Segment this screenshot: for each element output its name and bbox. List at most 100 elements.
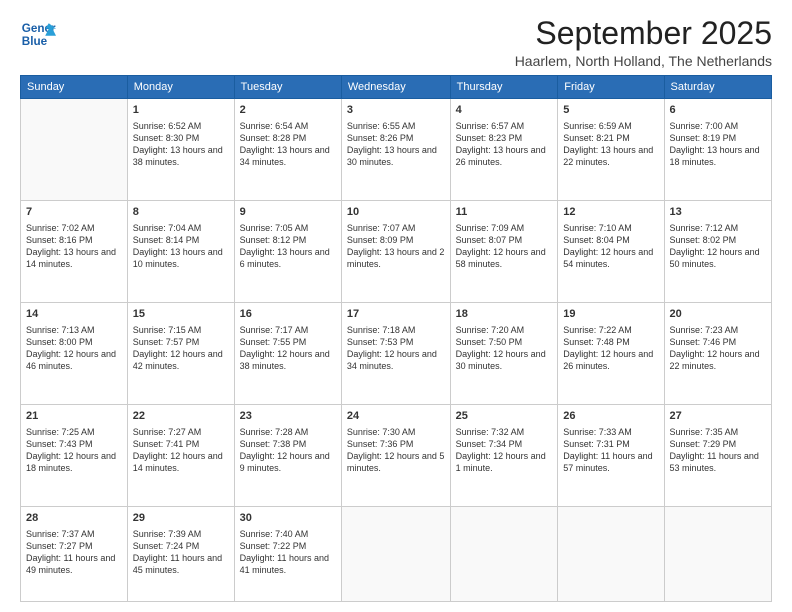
- sunset-text: Sunset: 7:34 PM: [456, 439, 523, 449]
- week-row-1: 1Sunrise: 6:52 AMSunset: 8:30 PMDaylight…: [21, 99, 772, 201]
- sunset-text: Sunset: 7:43 PM: [26, 439, 93, 449]
- sunrise-text: Sunrise: 7:28 AM: [240, 427, 309, 437]
- calendar-cell: 9Sunrise: 7:05 AMSunset: 8:12 PMDaylight…: [234, 201, 341, 303]
- daylight-text: Daylight: 13 hours and 34 minutes.: [240, 145, 330, 167]
- sunset-text: Sunset: 7:55 PM: [240, 337, 307, 347]
- day-number: 22: [133, 409, 229, 424]
- sunset-text: Sunset: 7:53 PM: [347, 337, 414, 347]
- day-number: 8: [133, 205, 229, 220]
- sunrise-text: Sunrise: 7:37 AM: [26, 529, 95, 539]
- sunset-text: Sunset: 8:02 PM: [670, 235, 737, 245]
- day-number: 29: [133, 511, 229, 526]
- daylight-text: Daylight: 12 hours and 38 minutes.: [240, 349, 330, 371]
- calendar-cell: 1Sunrise: 6:52 AMSunset: 8:30 PMDaylight…: [127, 99, 234, 201]
- calendar-cell: 5Sunrise: 6:59 AMSunset: 8:21 PMDaylight…: [558, 99, 664, 201]
- daylight-text: Daylight: 12 hours and 34 minutes.: [347, 349, 437, 371]
- sunset-text: Sunset: 7:46 PM: [670, 337, 737, 347]
- sunrise-text: Sunrise: 7:00 AM: [670, 121, 739, 131]
- week-row-3: 14Sunrise: 7:13 AMSunset: 8:00 PMDayligh…: [21, 303, 772, 405]
- daylight-text: Daylight: 11 hours and 53 minutes.: [670, 451, 759, 473]
- day-number: 30: [240, 511, 336, 526]
- sunset-text: Sunset: 7:27 PM: [26, 541, 93, 551]
- day-number: 27: [670, 409, 766, 424]
- sunset-text: Sunset: 7:48 PM: [563, 337, 630, 347]
- sunrise-text: Sunrise: 7:12 AM: [670, 223, 739, 233]
- day-number: 18: [456, 307, 553, 322]
- day-number: 19: [563, 307, 658, 322]
- sunset-text: Sunset: 7:24 PM: [133, 541, 200, 551]
- daylight-text: Daylight: 11 hours and 57 minutes.: [563, 451, 652, 473]
- daylight-text: Daylight: 12 hours and 46 minutes.: [26, 349, 116, 371]
- calendar-cell: 29 Sunrise: 7:39 AM Sunset: 7:24 PM Dayligh…: [127, 507, 234, 602]
- sunrise-text: Sunrise: 7:39 AM: [133, 529, 202, 539]
- sunset-text: Sunset: 8:07 PM: [456, 235, 523, 245]
- daylight-text: Daylight: 12 hours and 5 minutes.: [347, 451, 445, 473]
- calendar-cell: 30Sunrise: 7:40 AMSunset: 7:22 PMDayligh…: [234, 507, 341, 602]
- sunrise-text: Sunrise: 7:33 AM: [563, 427, 632, 437]
- calendar-cell: 2Sunrise: 6:54 AMSunset: 8:28 PMDaylight…: [234, 99, 341, 201]
- daylight-text: Daylight: 13 hours and 6 minutes.: [240, 247, 330, 269]
- calendar-cell: 20 Sunrise: 7:23 AM Sunset: 7:46 PM Dayligh…: [664, 303, 771, 405]
- day-number: 12: [563, 205, 658, 220]
- day-number: 1: [133, 103, 229, 118]
- sunrise-text: Sunrise: 7:02 AM: [26, 223, 95, 233]
- sunrise-text: Sunrise: 7:40 AM: [240, 529, 309, 539]
- calendar-cell: 24 Sunrise: 7:30 AM Sunset: 7:36 PM Dayligh…: [341, 405, 450, 507]
- calendar-cell: 22Sunrise: 7:27 AMSunset: 7:41 PMDayligh…: [127, 405, 234, 507]
- day-number: 7: [26, 205, 122, 220]
- sunrise-text: Sunrise: 7:04 AM: [133, 223, 202, 233]
- day-number: 17: [347, 307, 445, 322]
- sunset-text: Sunset: 7:41 PM: [133, 439, 200, 449]
- calendar-table: SundayMondayTuesdayWednesdayThursdayFrid…: [20, 75, 772, 602]
- sunrise-text: Sunrise: 7:09 AM: [456, 223, 525, 233]
- day-number: 13: [670, 205, 766, 220]
- sunrise-text: Sunrise: 7:30 AM: [347, 427, 416, 437]
- calendar-cell: 25Sunrise: 7:32 AMSunset: 7:34 PMDayligh…: [450, 405, 558, 507]
- calendar-cell: 11Sunrise: 7:09 AMSunset: 8:07 PMDayligh…: [450, 201, 558, 303]
- sunrise-text: Sunrise: 7:23 AM: [670, 325, 739, 335]
- calendar-cell: [450, 507, 558, 602]
- weekday-header-tuesday: Tuesday: [234, 76, 341, 99]
- calendar-cell: 26 Sunrise: 7:33 AM Sunset: 7:31 PM Dayligh…: [558, 405, 664, 507]
- sunset-text: Sunset: 8:00 PM: [26, 337, 93, 347]
- day-number: 6: [670, 103, 766, 118]
- page: General Blue September 2025 Haarlem, Nor…: [0, 0, 792, 612]
- calendar-cell: 27Sunrise: 7:35 AMSunset: 7:29 PMDayligh…: [664, 405, 771, 507]
- sunset-text: Sunset: 8:12 PM: [240, 235, 307, 245]
- title-block: September 2025 Haarlem, North Holland, T…: [515, 16, 772, 69]
- weekday-header-thursday: Thursday: [450, 76, 558, 99]
- sunrise-text: Sunrise: 6:54 AM: [240, 121, 309, 131]
- sunset-text: Sunset: 7:36 PM: [347, 439, 414, 449]
- day-number: 24: [347, 409, 445, 424]
- daylight-text: Daylight: 12 hours and 22 minutes.: [670, 349, 760, 371]
- week-row-2: 7Sunrise: 7:02 AMSunset: 8:16 PMDaylight…: [21, 201, 772, 303]
- weekday-header-sunday: Sunday: [21, 76, 128, 99]
- calendar-cell: 21Sunrise: 7:25 AMSunset: 7:43 PMDayligh…: [21, 405, 128, 507]
- sunrise-text: Sunrise: 7:25 AM: [26, 427, 95, 437]
- sunset-text: Sunset: 8:23 PM: [456, 133, 523, 143]
- daylight-text: Daylight: 12 hours and 54 minutes.: [563, 247, 653, 269]
- daylight-text: Daylight: 12 hours and 14 minutes.: [133, 451, 223, 473]
- daylight-text: Daylight: 12 hours and 26 minutes.: [563, 349, 653, 371]
- daylight-text: Daylight: 11 hours and 45 minutes.: [133, 553, 222, 575]
- location-title: Haarlem, North Holland, The Netherlands: [515, 53, 772, 69]
- day-number: 11: [456, 205, 553, 220]
- week-row-4: 21Sunrise: 7:25 AMSunset: 7:43 PMDayligh…: [21, 405, 772, 507]
- daylight-text: Daylight: 12 hours and 30 minutes.: [456, 349, 546, 371]
- sunset-text: Sunset: 8:14 PM: [133, 235, 200, 245]
- sunrise-text: Sunrise: 7:05 AM: [240, 223, 309, 233]
- calendar-cell: 3Sunrise: 6:55 AMSunset: 8:26 PMDaylight…: [341, 99, 450, 201]
- day-number: 20: [670, 307, 766, 322]
- sunrise-text: Sunrise: 7:35 AM: [670, 427, 739, 437]
- sunrise-text: Sunrise: 7:32 AM: [456, 427, 525, 437]
- day-number: 26: [563, 409, 658, 424]
- sunrise-text: Sunrise: 7:22 AM: [563, 325, 632, 335]
- calendar-cell: 16Sunrise: 7:17 AMSunset: 7:55 PMDayligh…: [234, 303, 341, 405]
- weekday-header-row: SundayMondayTuesdayWednesdayThursdayFrid…: [21, 76, 772, 99]
- daylight-text: Daylight: 13 hours and 2 minutes.: [347, 247, 445, 269]
- svg-text:Blue: Blue: [22, 35, 48, 48]
- calendar-cell: 15Sunrise: 7:15 AMSunset: 7:57 PMDayligh…: [127, 303, 234, 405]
- sunset-text: Sunset: 7:31 PM: [563, 439, 630, 449]
- sunrise-text: Sunrise: 7:17 AM: [240, 325, 309, 335]
- daylight-text: Daylight: 13 hours and 14 minutes.: [26, 247, 116, 269]
